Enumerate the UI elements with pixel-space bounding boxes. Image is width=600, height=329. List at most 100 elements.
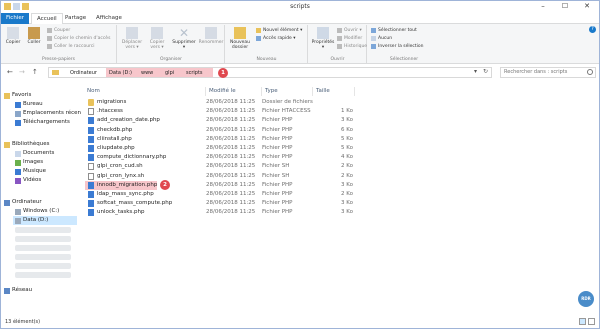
open-button[interactable]: Ouvrir ▾: [337, 28, 362, 33]
php-file-icon: [88, 145, 94, 152]
file-name-label: migrations: [97, 99, 127, 105]
breadcrumb-computer[interactable]: Ordinateur: [70, 69, 97, 77]
file-type: Fichier PHP: [262, 209, 293, 216]
help-icon[interactable]: ?: [589, 26, 596, 33]
nav-downloads[interactable]: Téléchargements: [15, 118, 70, 127]
large-icons-view-icon[interactable]: [588, 318, 595, 325]
file-date: 28/06/2018 11:25: [206, 172, 256, 179]
file-size: 3 Ko: [341, 117, 353, 124]
file-row[interactable]: ldap_mass_sync.php 28/06/2018 11:25 Fichie…: [81, 190, 381, 199]
minimize-button[interactable]: –: [532, 1, 554, 12]
nav-music[interactable]: Musique: [15, 167, 46, 176]
copy-path-button[interactable]: Copier le chemin d'accès: [47, 36, 110, 41]
easy-access-button[interactable]: Accès rapide ▾: [256, 36, 296, 41]
file-row[interactable]: .htaccess 28/06/2018 11:25 Fichier HTACCES…: [81, 107, 381, 116]
nav-network[interactable]: Réseau: [4, 286, 32, 295]
nav-drive-c[interactable]: Windows (C:): [15, 207, 59, 216]
select-none-button[interactable]: Aucun: [371, 36, 392, 41]
delete-button[interactable]: ✕ Supprimer ▾: [171, 27, 197, 50]
nav-documents[interactable]: Documents: [15, 149, 54, 158]
file-size: 2 Ko: [341, 163, 353, 170]
nav-images-label: Images: [23, 159, 44, 165]
php-file-icon: [88, 209, 94, 217]
column-name[interactable]: Nom: [84, 87, 206, 96]
chevron-down-icon[interactable]: ▾: [474, 68, 477, 75]
select-all-icon: [371, 28, 376, 33]
properties-button[interactable]: Propriétés ▾: [311, 27, 335, 50]
select-all-button[interactable]: Sélectionner tout: [371, 28, 417, 33]
search-input[interactable]: Rechercher dans : scripts: [500, 67, 596, 78]
file-name: cliinstall.php: [88, 135, 132, 144]
file-name: ldap_mass_sync.php: [88, 190, 154, 199]
nav-drive-d[interactable]: Data (D:): [13, 216, 77, 225]
nav-libraries[interactable]: Bibliothèques: [4, 140, 49, 149]
file-row[interactable]: cliinstall.php 28/06/2018 11:25 Fichier PH…: [81, 135, 381, 144]
search-icon: [587, 69, 593, 75]
breadcrumb-glpi[interactable]: glpi: [165, 69, 174, 77]
column-size[interactable]: Taille: [313, 87, 355, 96]
watermark-logo: RDR: [578, 291, 594, 307]
forward-arrow-icon[interactable]: →: [19, 68, 25, 76]
nav-videos[interactable]: Vidéos: [15, 176, 41, 185]
rename-button[interactable]: Renommer: [198, 27, 224, 45]
file-row[interactable]: cliupdate.php 28/06/2018 11:25 Fichier PHP…: [81, 144, 381, 153]
up-arrow-icon[interactable]: ↑: [32, 68, 38, 76]
address-bar[interactable]: Ordinateur Data (D:) www glpi scripts 1 …: [48, 67, 492, 78]
file-name-label: glpi_cron_lynx.sh: [97, 172, 145, 179]
drive-icon: [15, 208, 21, 215]
column-modified[interactable]: Modifié le: [206, 87, 262, 96]
file-size: 4 Ko: [341, 154, 353, 161]
copy-button[interactable]: Copier: [4, 27, 22, 45]
breadcrumb-scripts[interactable]: scripts: [186, 69, 203, 77]
tab-share[interactable]: Partage: [60, 13, 91, 24]
php-file-icon: [88, 154, 94, 162]
file-row[interactable]: compute_dictionnary.php 28/06/2018 11:25 F…: [81, 153, 381, 162]
file-date: 28/06/2018 11:25: [206, 163, 256, 170]
refresh-icon[interactable]: ↻: [483, 68, 488, 75]
maximize-button[interactable]: ☐: [554, 1, 576, 12]
file-row[interactable]: add_creation_date.php 28/06/2018 11:25 Fic…: [81, 116, 381, 125]
back-arrow-icon[interactable]: ←: [7, 68, 13, 76]
tab-view[interactable]: Affichage: [91, 13, 127, 24]
file-name: cliupdate.php: [88, 144, 135, 153]
explorer-window: scripts – ☐ ✕ Fichier Accueil Partage Af…: [0, 0, 600, 329]
file-icon: [88, 172, 94, 180]
nav-computer-label: Ordinateur: [12, 199, 42, 205]
file-name-label: glpi_cron_cud.sh: [97, 163, 143, 170]
open-label: Ouvrir ▾: [344, 28, 362, 33]
breadcrumb-www[interactable]: www: [141, 69, 153, 77]
new-item-button[interactable]: Nouvel élément ▾: [256, 28, 302, 33]
file-row[interactable]: 2 innodb_migration.php 28/06/2018 11:25 Fic…: [81, 179, 381, 190]
file-row[interactable]: softcat_mass_compute.php 28/06/2018 11:25…: [81, 199, 381, 208]
file-row[interactable]: unlock_tasks.php 28/06/2018 11:25 Fichier …: [81, 208, 381, 217]
move-to-button[interactable]: Déplacer vers ▾: [120, 27, 144, 50]
view-switcher: [579, 318, 595, 325]
close-button[interactable]: ✕: [576, 1, 598, 12]
history-button[interactable]: Historique: [337, 44, 367, 49]
cut-button[interactable]: Couper: [47, 28, 70, 33]
file-name-label: unlock_tasks.php: [97, 209, 145, 216]
modify-button[interactable]: Modifier: [337, 36, 362, 41]
file-row[interactable]: glpi_cron_cud.sh 28/06/2018 11:25 Fichier …: [81, 162, 381, 171]
copy-path-label: Copier le chemin d'accès: [54, 36, 111, 41]
nav-computer[interactable]: Ordinateur: [4, 198, 42, 207]
nav-recent-places[interactable]: Emplacements récen: [15, 109, 81, 118]
paste-shortcut-button[interactable]: Coller le raccourci: [47, 44, 95, 49]
nav-desktop[interactable]: Bureau: [15, 100, 43, 109]
invert-selection-button[interactable]: Inverser la sélection: [371, 44, 424, 49]
file-icon: [88, 163, 94, 171]
file-type: Fichier PHP: [262, 191, 293, 197]
new-folder-button[interactable]: Nouveau dossier: [228, 27, 252, 50]
nav-images[interactable]: Images: [15, 158, 43, 167]
details-view-icon[interactable]: [579, 318, 586, 325]
file-row[interactable]: glpi_cron_lynx.sh 28/06/2018 11:25 Fichier…: [81, 172, 381, 181]
tab-file[interactable]: Fichier: [1, 13, 29, 24]
paste-button[interactable]: Coller: [24, 27, 44, 45]
file-row[interactable]: checkdb.php 28/06/2018 11:25 Fichier PHP 6 …: [81, 126, 381, 135]
file-row[interactable]: migrations 28/06/2018 11:25 Dossier de fic…: [81, 98, 381, 107]
nav-favorites[interactable]: Favoris: [4, 91, 31, 100]
copy-to-button[interactable]: Copier vers ▾: [145, 27, 169, 50]
column-type[interactable]: Type: [262, 87, 313, 96]
breadcrumb-data-drive[interactable]: Data (D:): [109, 69, 132, 77]
copy-label: Copier: [5, 40, 21, 45]
